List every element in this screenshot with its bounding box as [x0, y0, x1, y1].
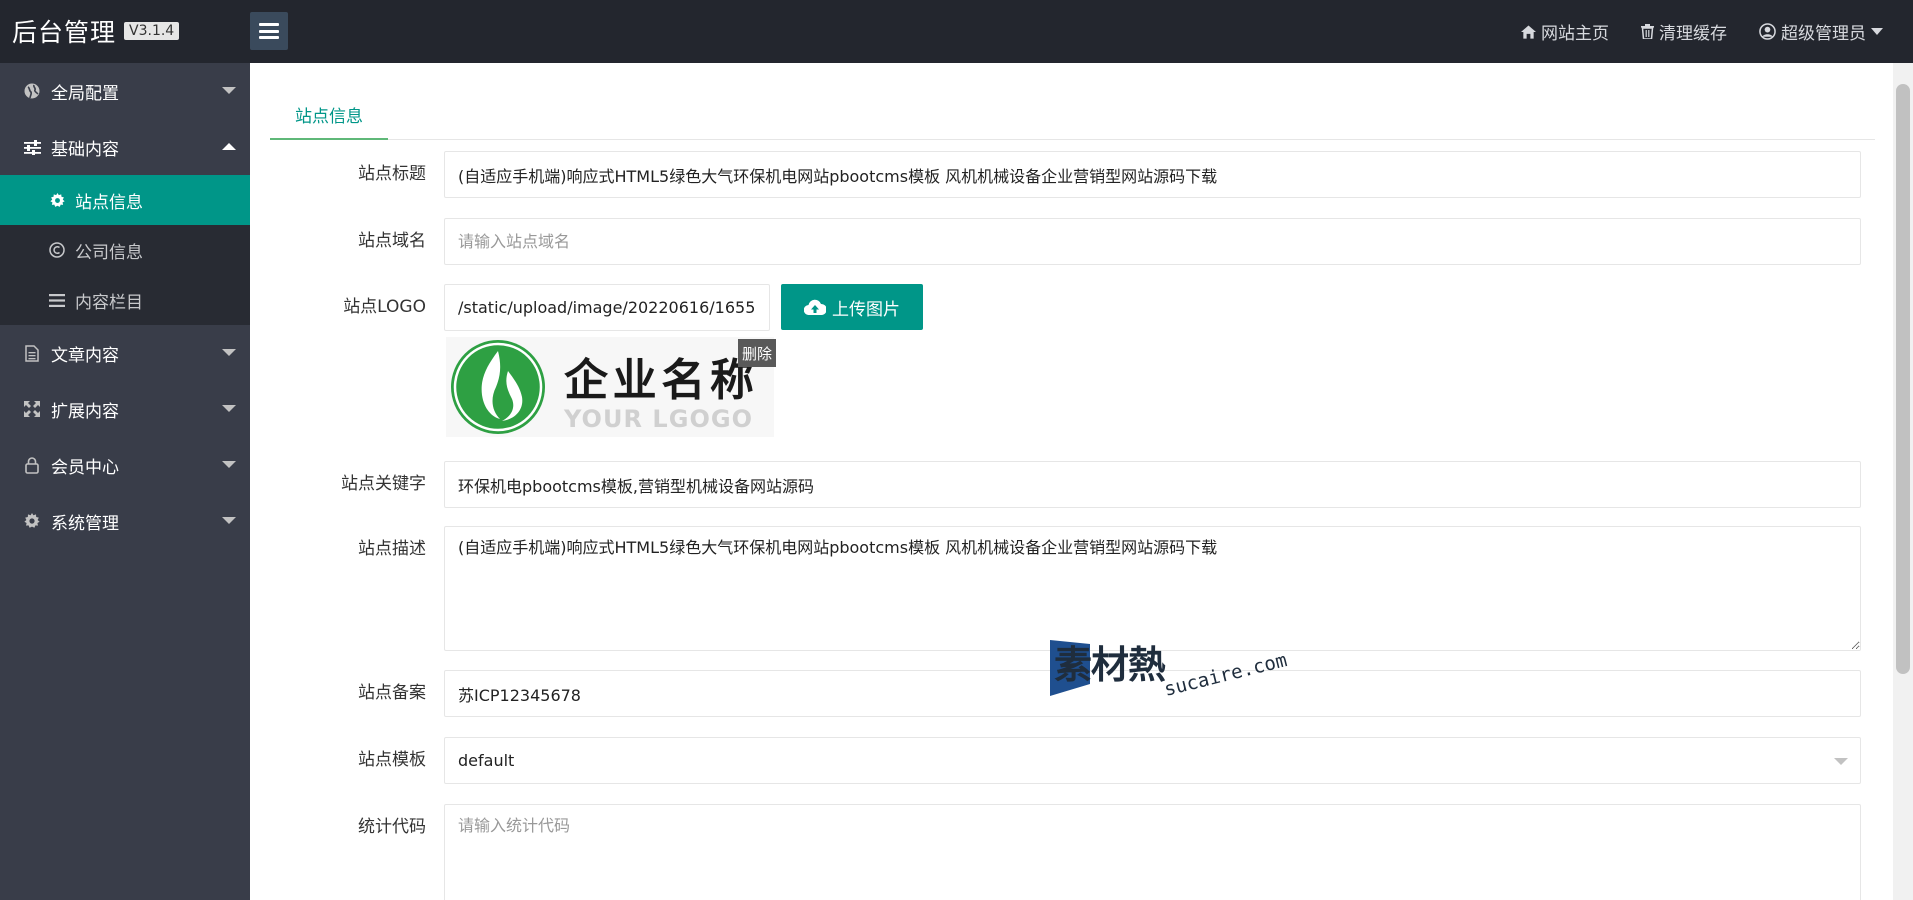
upload-image-label: 上传图片 [832, 299, 900, 320]
sidebar-item-label: 文章内容 [51, 345, 119, 366]
sidebar-item-article-content[interactable]: 文章内容 [0, 325, 250, 381]
trash-icon [1641, 24, 1654, 39]
cloud-upload-icon [804, 299, 826, 315]
scrollbar-thumb[interactable] [1896, 84, 1910, 674]
site-home-label: 网站主页 [1541, 24, 1609, 44]
header-links: 网站主页 清理缓存 超级管理员 [1521, 0, 1883, 63]
expand-icon [23, 400, 41, 418]
chevron-down-icon [222, 461, 236, 468]
template-label: 站点模板 [358, 750, 426, 770]
site-logo-path-input[interactable] [444, 284, 770, 331]
chevron-down-icon [222, 349, 236, 356]
sidebar-item-label: 系统管理 [51, 513, 119, 534]
main-content: 站点信息 站点标题 站点域名 站点LOGO 上传图片 企业名称 YOUR [250, 63, 1893, 900]
sidebar-item-basic-content[interactable]: 基础内容 [0, 119, 250, 175]
sidebar: 全局配置 基础内容 站点信息 公司信息 内容栏目 文章内容 扩展内容 会员中心 … [0, 63, 250, 900]
version-badge: V3.1.4 [124, 22, 180, 40]
globe-icon [23, 82, 41, 100]
description-label: 站点描述 [358, 539, 426, 559]
sliders-icon [23, 138, 41, 156]
site-keywords-input[interactable] [444, 461, 1861, 508]
sidebar-item-label: 基础内容 [51, 139, 119, 160]
stats-code-textarea[interactable] [444, 804, 1861, 900]
basic-content-subnav: 站点信息 公司信息 内容栏目 [0, 175, 250, 325]
chevron-down-icon [1834, 758, 1848, 765]
sidebar-item-extended-content[interactable]: 扩展内容 [0, 381, 250, 437]
lock-icon [23, 456, 41, 474]
domain-label: 站点域名 [358, 231, 426, 251]
sidebar-subitem-company-info[interactable]: 公司信息 [0, 225, 250, 275]
document-icon [23, 344, 41, 362]
sidebar-item-global-config[interactable]: 全局配置 [0, 63, 250, 119]
site-template-select[interactable]: default [444, 737, 1861, 784]
sidebar-subitem-label: 内容栏目 [75, 292, 143, 313]
top-header: 后台管理 V3.1.4 网站主页 清理缓存 超级管理员 [0, 0, 1913, 63]
site-icp-input[interactable] [444, 670, 1861, 717]
brand: 后台管理 V3.1.4 [12, 14, 180, 48]
site-domain-input[interactable] [444, 218, 1861, 265]
logo-label: 站点LOGO [343, 297, 426, 317]
site-template-value: default [458, 751, 515, 770]
copyright-icon [48, 241, 66, 259]
stats-code-label: 统计代码 [358, 817, 426, 837]
list-icon [48, 291, 66, 309]
sidebar-subitem-label: 站点信息 [75, 192, 143, 213]
home-icon [1521, 24, 1536, 39]
hamburger-icon [259, 23, 279, 39]
sidebar-subitem-label: 公司信息 [75, 242, 143, 263]
clear-cache-label: 清理缓存 [1659, 24, 1727, 44]
sidebar-item-label: 全局配置 [51, 83, 119, 104]
brand-title: 后台管理 [12, 18, 117, 47]
sidebar-item-label: 会员中心 [51, 457, 119, 478]
sidebar-subitem-site-info[interactable]: 站点信息 [0, 175, 250, 225]
caret-down-icon [1871, 27, 1883, 35]
tab-bar: 站点信息 [270, 91, 1875, 140]
gear-icon [23, 512, 41, 530]
tab-site-info[interactable]: 站点信息 [270, 91, 388, 140]
admin-user-menu[interactable]: 超级管理员 [1759, 19, 1883, 44]
sidebar-subitem-content-column[interactable]: 内容栏目 [0, 275, 250, 325]
menu-toggle-button[interactable] [250, 12, 288, 50]
upload-image-button[interactable]: 上传图片 [781, 284, 923, 330]
user-circle-icon [1759, 23, 1776, 40]
chevron-up-icon [222, 143, 236, 150]
chevron-down-icon [222, 87, 236, 94]
sidebar-item-member-center[interactable]: 会员中心 [0, 437, 250, 493]
site-title-input[interactable] [444, 151, 1861, 198]
sidebar-item-label: 扩展内容 [51, 401, 119, 422]
logo-preview-image: 企业名称 YOUR LGOGO [446, 337, 774, 437]
sidebar-item-system-management[interactable]: 系统管理 [0, 493, 250, 549]
chevron-down-icon [222, 405, 236, 412]
keywords-label: 站点关键字 [341, 474, 426, 494]
icp-label: 站点备案 [358, 683, 426, 703]
clear-cache-link[interactable]: 清理缓存 [1641, 19, 1727, 44]
title-label: 站点标题 [358, 164, 426, 184]
chevron-down-icon [222, 517, 236, 524]
site-home-link[interactable]: 网站主页 [1521, 19, 1609, 44]
gear-icon [48, 191, 66, 209]
admin-user-label: 超级管理员 [1781, 24, 1866, 44]
delete-logo-button[interactable]: 删除 [738, 339, 777, 367]
site-description-textarea[interactable]: (自适应手机端)响应式HTML5绿色大气环保机电网站pbootcms模板 风机机… [444, 526, 1861, 651]
logo-text-en: YOUR LGOGO [563, 405, 752, 433]
